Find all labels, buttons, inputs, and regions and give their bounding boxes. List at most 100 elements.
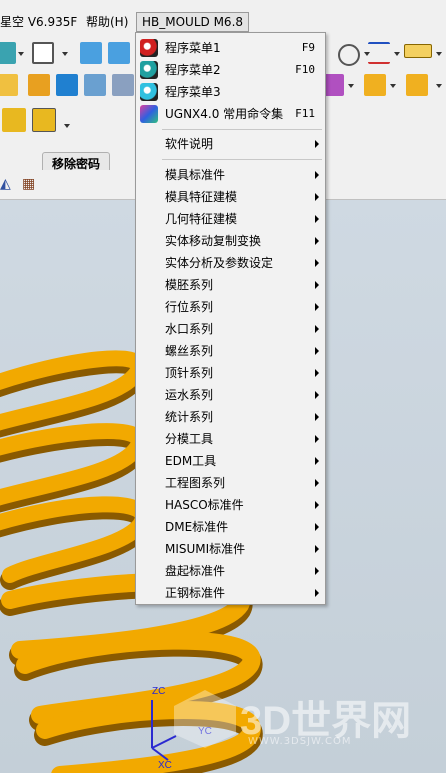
chevron-down-icon[interactable] [18,52,24,56]
shape-icon[interactable] [0,42,16,64]
menu-item-label: 几何特征建模 [165,212,238,226]
view-icon[interactable]: ◭ [0,176,11,192]
menu-item-submenu[interactable]: 正钢标准件 [136,582,325,604]
menu-item-label: 软件说明 [165,137,214,151]
menu-item-label: 程序菜单1 [165,41,221,55]
menu-item-submenu[interactable]: 水口系列 [136,318,325,340]
chevron-down-icon[interactable] [390,84,396,88]
submenu-arrow-icon [315,325,319,333]
menu-item-program-3[interactable]: 程序菜单3 [136,81,325,103]
menu-item-program-2[interactable]: 程序菜单2 F10 [136,59,325,81]
menu-item-label: HASCO标准件 [165,498,244,512]
menu-help[interactable]: 帮助(H) [86,12,128,32]
menu-item-label: 行位系列 [165,300,214,314]
menu-item-submenu[interactable]: 模具标准件 [136,164,325,186]
table-icon[interactable] [84,74,106,96]
watermark-logo-icon [174,690,236,748]
menu-item-shortcut: F11 [295,107,315,120]
chevron-down-icon[interactable] [62,52,68,56]
view-icon[interactable] [108,42,130,64]
menu-item-label: 实体移动复制变换 [165,234,262,248]
menu-item-label: 模具特征建模 [165,190,238,204]
menu-item-label: 运水系列 [165,388,214,402]
menu-item-program-1[interactable]: 程序菜单1 F9 [136,37,325,59]
menu-item-label: 螺丝系列 [165,344,214,358]
submenu-arrow-icon [315,501,319,509]
chevron-down-icon[interactable] [394,52,400,56]
submenu-arrow-icon [315,545,319,553]
submenu-arrow-icon [315,140,319,148]
menu-item-submenu[interactable]: 运水系列 [136,384,325,406]
menu-item-label: DME标准件 [165,520,229,534]
menu-item-label: EDM工具 [165,454,217,468]
move-icon[interactable] [56,74,78,96]
submenu-arrow-icon [315,391,319,399]
menu-item-submenu[interactable]: 分模工具 [136,428,325,450]
text-icon[interactable] [0,74,18,96]
menu-separator [162,129,322,130]
zc-axis-label: ZC [152,686,166,697]
watermark-url: WWW.3DSJW.COM [248,736,352,747]
ruler-icon[interactable] [404,44,432,58]
menu-item-submenu[interactable]: 实体移动复制变换 [136,230,325,252]
submenu-arrow-icon [315,479,319,487]
chevron-down-icon[interactable] [436,84,442,88]
menu-hb-mould[interactable]: HB_MOULD M6.8 [136,12,250,32]
menu-item-submenu[interactable]: 几何特征建模 [136,208,325,230]
submenu-arrow-icon [315,347,319,355]
menu-item-submenu[interactable]: DME标准件 [136,516,325,538]
menu-item-submenu[interactable]: MISUMI标准件 [136,538,325,560]
menu-item-label: 顶针系列 [165,366,214,380]
submenu-arrow-icon [315,215,319,223]
menu-item-label: 分模工具 [165,432,214,446]
chevron-down-icon[interactable] [348,84,354,88]
menu-item-submenu[interactable]: 模胚系列 [136,274,325,296]
warning-icon[interactable] [364,74,386,96]
menu-item-submenu[interactable]: 螺丝系列 [136,340,325,362]
submenu-arrow-icon [315,259,319,267]
menu-item-label: 程序菜单3 [165,85,221,99]
delete-icon[interactable] [406,74,428,96]
red-yinyang-icon [140,39,158,57]
submenu-arrow-icon [315,171,319,179]
submenu-arrow-icon [315,369,319,377]
teal-yinyang-icon [140,61,158,79]
menu-separator [162,159,322,160]
menu-item-shortcut: F9 [301,41,315,54]
key-icon[interactable] [28,74,50,96]
submenu-arrow-icon [315,237,319,245]
display-icon[interactable] [32,42,54,64]
menu-item-label: UGNX4.0 常用命令集 [165,107,284,121]
chevron-down-icon[interactable] [64,124,70,128]
menu-item-submenu[interactable]: 模具特征建模 [136,186,325,208]
grid-icon[interactable] [112,74,134,96]
menu-item-ugnx-commands[interactable]: UGNX4.0 常用命令集 F11 [136,103,325,125]
view-icon[interactable] [80,42,102,64]
submenu-arrow-icon [315,435,319,443]
unlock-icon[interactable] [32,108,56,132]
cyan-yinyang-icon [140,83,158,101]
menu-item-submenu[interactable]: EDM工具 [136,450,325,472]
grid-icon[interactable]: ▦ [22,176,35,192]
chevron-down-icon[interactable] [436,52,442,56]
grid-icon[interactable] [368,42,390,64]
lock-icon[interactable] [2,108,26,132]
menu-item-submenu[interactable]: 实体分析及参数设定 [136,252,325,274]
menu-item-label: MISUMI标准件 [165,542,246,556]
menu-item-submenu[interactable]: 盘起标准件 [136,560,325,582]
menu-item-submenu[interactable]: 工程图系列 [136,472,325,494]
menu-item-label: 程序菜单2 [165,63,221,77]
menu-item-label: 盘起标准件 [165,564,226,578]
menu-item-submenu[interactable]: 顶针系列 [136,362,325,384]
submenu-arrow-icon [315,413,319,421]
rotate-icon[interactable] [338,44,360,66]
menu-app-title[interactable]: 星空 V6.935F [0,12,77,32]
menu-item-label: 水口系列 [165,322,214,336]
menu-item-submenu[interactable]: 统计系列 [136,406,325,428]
xc-axis-label: XC [158,760,172,771]
menu-item-submenu[interactable]: HASCO标准件 [136,494,325,516]
menu-item-label: 正钢标准件 [165,586,226,600]
menu-item-submenu[interactable]: 行位系列 [136,296,325,318]
menu-item-about[interactable]: 软件说明 [136,133,325,155]
menu-item-shortcut: F10 [295,63,315,76]
